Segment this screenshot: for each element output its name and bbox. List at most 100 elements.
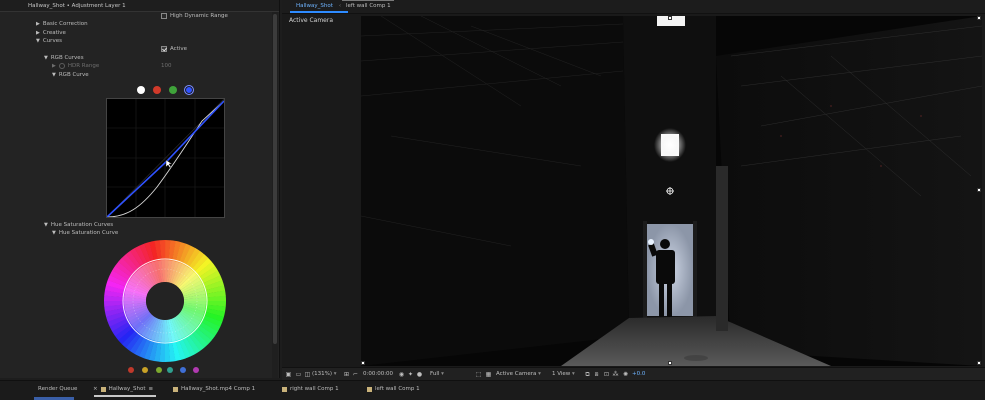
rgb-curves-label: RGB Curves: [50, 55, 84, 61]
rgb-curve-graph[interactable]: [106, 98, 225, 218]
comp-color-swatch: [173, 386, 178, 392]
active-label: Active: [170, 46, 188, 52]
pillar: [716, 166, 728, 331]
camera-snapshot-icon[interactable]: ◉: [398, 371, 405, 378]
hue-saturation-curve-group[interactable]: ▼ Hue Saturation Curve: [52, 230, 118, 236]
expand-triangle-icon[interactable]: ▶: [36, 30, 40, 36]
close-icon[interactable]: ×: [93, 386, 98, 392]
active-camera-label: Active Camera: [289, 17, 334, 24]
collapse-triangle-icon[interactable]: ▼: [44, 55, 48, 61]
channel-red-button[interactable]: [153, 86, 161, 94]
grid-icon[interactable]: ⊞: [343, 371, 350, 378]
transparency-grid-icon[interactable]: ▦: [485, 371, 492, 378]
viewer-toolbar: ▣ ▭ ◫ (131%) ⊞ ⌐ 0:00:00:00 ◉ ✦ ● Full ⬚…: [282, 367, 985, 380]
timecode[interactable]: 0:00:00:00: [363, 371, 393, 377]
collapse-triangle-icon[interactable]: ▼: [36, 38, 40, 44]
camera-dropdown[interactable]: Active Camera: [496, 371, 541, 377]
creative-group[interactable]: ▶ Creative: [36, 30, 66, 36]
active-tab-indicator: [94, 395, 156, 397]
transform-handle-bottom-left[interactable]: [361, 361, 365, 365]
timeline-icon[interactable]: ⊡: [603, 371, 610, 378]
hdr-checkbox[interactable]: [161, 13, 167, 19]
hue-saturation-curves-group[interactable]: ▼ Hue Saturation Curves: [44, 222, 113, 228]
region-of-interest-icon[interactable]: ⬚: [475, 371, 482, 378]
collapse-triangle-icon[interactable]: ▼: [52, 72, 56, 78]
comp-color-swatch: [282, 386, 287, 392]
expand-triangle-icon: ▶: [52, 63, 56, 69]
channel-white-button[interactable]: [137, 86, 145, 94]
fast-previews-icon[interactable]: ⧈: [593, 371, 600, 378]
transform-handle-right[interactable]: [977, 188, 981, 192]
hue-swatch-magenta[interactable]: [193, 367, 199, 373]
hdr-option[interactable]: High Dynamic Range: [161, 13, 228, 19]
flowchart-icon[interactable]: ⁂: [612, 371, 619, 378]
channel-blue-button[interactable]: [184, 85, 194, 95]
panel-scrollbar[interactable]: [272, 12, 278, 378]
tab-right-wall-comp[interactable]: right wall Comp 1: [282, 386, 339, 392]
transform-handle-top[interactable]: [668, 16, 672, 20]
tab-indicator: [342, 0, 394, 1]
hallway-scene: [361, 16, 982, 366]
left-wall: [361, 16, 629, 366]
collapse-triangle-icon[interactable]: ▼: [52, 230, 56, 236]
exposure-reset-icon[interactable]: ✺: [622, 371, 629, 378]
viewer-tab-bar: Hallway_Shot ‹ left wall Comp 1: [282, 0, 985, 14]
show-snapshot-icon[interactable]: ✦: [407, 371, 414, 378]
creative-label: Creative: [42, 30, 66, 36]
active-checkbox[interactable]: [161, 46, 167, 52]
hue-saturation-wheel[interactable]: [104, 240, 226, 362]
monitor-icon[interactable]: ▭: [295, 371, 302, 378]
mask-visibility-icon[interactable]: ◫: [304, 371, 311, 378]
timeline-tab-bar: Render Queue × Hallway_Shot ≡ Hallway_Sh…: [0, 380, 985, 400]
render-queue-label: Render Queue: [38, 386, 78, 392]
tab-render-queue[interactable]: Render Queue: [38, 386, 77, 392]
comp-color-swatch: [367, 386, 372, 392]
tab-left-wall-comp[interactable]: left wall Comp 1: [346, 3, 391, 9]
tab-hallway-shot[interactable]: Hallway_Shot: [296, 3, 333, 9]
comp-color-swatch: [100, 386, 106, 392]
hue-swatch-blue[interactable]: [180, 367, 186, 373]
basic-correction-group[interactable]: ▶ Basic Correction: [36, 21, 88, 27]
basic-correction-label: Basic Correction: [42, 21, 88, 27]
collapse-triangle-icon[interactable]: ▼: [44, 222, 48, 228]
scrollbar-thumb[interactable]: [273, 14, 277, 344]
zoom-dropdown[interactable]: (131%): [312, 371, 337, 377]
hue-swatch-green[interactable]: [156, 367, 162, 373]
tab-hallway-shot-timeline[interactable]: × Hallway_Shot ≡: [93, 386, 153, 392]
rgb-curve-group[interactable]: ▼ RGB Curve: [52, 72, 89, 78]
left-wall-comp-label: left wall Comp 1: [375, 386, 420, 392]
color-channel-icon[interactable]: ●: [416, 371, 423, 378]
exposure-value[interactable]: +0.0: [632, 371, 645, 377]
toggle-pixel-aspect-icon[interactable]: ⧉: [584, 371, 591, 378]
hdr-range-row: ▶ HDR Range: [52, 63, 99, 69]
tab-lock-icon[interactable]: ‹: [339, 3, 341, 9]
effect-controls-panel: Hallway_Shot • Adjustment Layer 1 High D…: [0, 0, 280, 378]
hue-swatch-yellow[interactable]: [142, 367, 148, 373]
right-wall: [716, 16, 982, 366]
composition-frame[interactable]: [361, 16, 982, 366]
hdr-label: High Dynamic Range: [170, 13, 228, 19]
hallway-mp4-comp-label: Hallway_Shot.mp4 Comp 1: [181, 386, 256, 392]
transform-handle-bottom-right[interactable]: [977, 361, 981, 365]
tab-hallway-mp4-comp[interactable]: Hallway_Shot.mp4 Comp 1: [173, 386, 255, 392]
always-preview-icon[interactable]: ▣: [285, 371, 292, 378]
curves-group[interactable]: ▼ Curves: [36, 38, 62, 44]
hue-swatch-red[interactable]: [128, 367, 134, 373]
rgb-curves-group[interactable]: ▼ RGB Curves: [44, 55, 84, 61]
hue-saturation-curve-label: Hue Saturation Curve: [58, 230, 119, 236]
blue-curve[interactable]: [106, 100, 225, 218]
channel-green-button[interactable]: [169, 86, 177, 94]
resolution-dropdown[interactable]: Full: [430, 371, 444, 377]
panel-title: Hallway_Shot • Adjustment Layer 1: [28, 3, 126, 9]
hue-swatch-cyan[interactable]: [167, 367, 173, 373]
transform-handle-bottom[interactable]: [668, 361, 672, 365]
active-option[interactable]: Active: [161, 46, 187, 52]
transform-handle-top-right[interactable]: [977, 16, 981, 20]
hdr-range-label: HDR Range: [67, 63, 100, 69]
tab-left-wall-comp-timeline[interactable]: left wall Comp 1: [367, 386, 420, 392]
view-layout-dropdown[interactable]: 1 View: [552, 371, 575, 377]
expand-triangle-icon[interactable]: ▶: [36, 21, 40, 27]
menu-icon[interactable]: ≡: [149, 386, 154, 392]
fit-icon[interactable]: ⌐: [352, 371, 359, 378]
curve-graph-svg[interactable]: [106, 98, 225, 218]
